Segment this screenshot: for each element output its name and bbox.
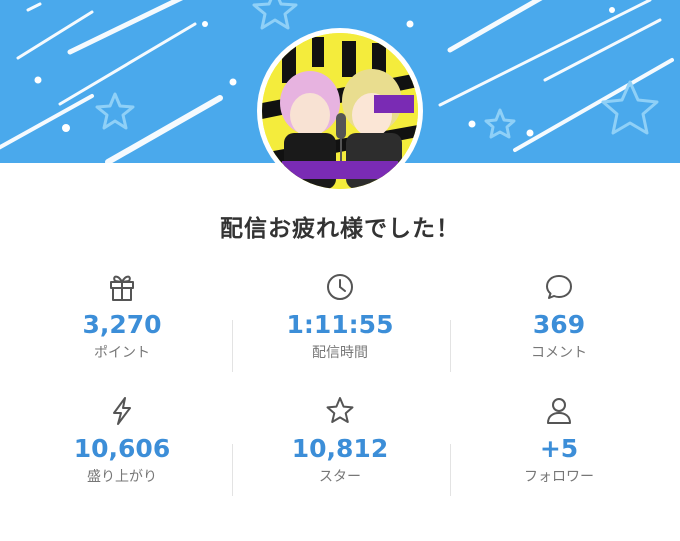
star-icon bbox=[326, 397, 354, 423]
stat-label: 配信時間 bbox=[312, 345, 368, 361]
stat-excitement: 10,606 盛り上がり bbox=[9, 394, 235, 486]
user-icon bbox=[547, 398, 571, 424]
stat-value: 10,606 bbox=[73, 434, 171, 463]
stat-label: ポイント bbox=[94, 345, 150, 361]
stat-comments: 369 コメント bbox=[446, 270, 672, 362]
stat-value: 369 bbox=[532, 310, 586, 339]
avatar-image bbox=[262, 33, 418, 189]
stat-value: 1:11:55 bbox=[286, 310, 394, 339]
comment-icon bbox=[546, 275, 572, 299]
stat-label: コメント bbox=[531, 345, 587, 361]
clock-icon bbox=[327, 274, 353, 300]
stat-duration: 1:11:55 配信時間 bbox=[227, 270, 453, 362]
stat-followers: +5 フォロワー bbox=[446, 394, 672, 486]
avatar[interactable] bbox=[257, 28, 423, 194]
stat-value: +5 bbox=[539, 434, 579, 463]
stat-label: 盛り上がり bbox=[87, 469, 157, 485]
stat-value: 3,270 bbox=[82, 310, 162, 339]
gift-icon bbox=[110, 275, 134, 301]
page-title: 配信お疲れ様でした！ bbox=[220, 216, 460, 242]
stat-label: スター bbox=[319, 469, 361, 485]
stat-points: 3,270 ポイント bbox=[9, 270, 235, 362]
stat-stars: 10,812 スター bbox=[227, 394, 453, 486]
stat-label: フォロワー bbox=[524, 469, 594, 485]
lightning-icon bbox=[113, 397, 131, 425]
stat-value: 10,812 bbox=[291, 434, 389, 463]
